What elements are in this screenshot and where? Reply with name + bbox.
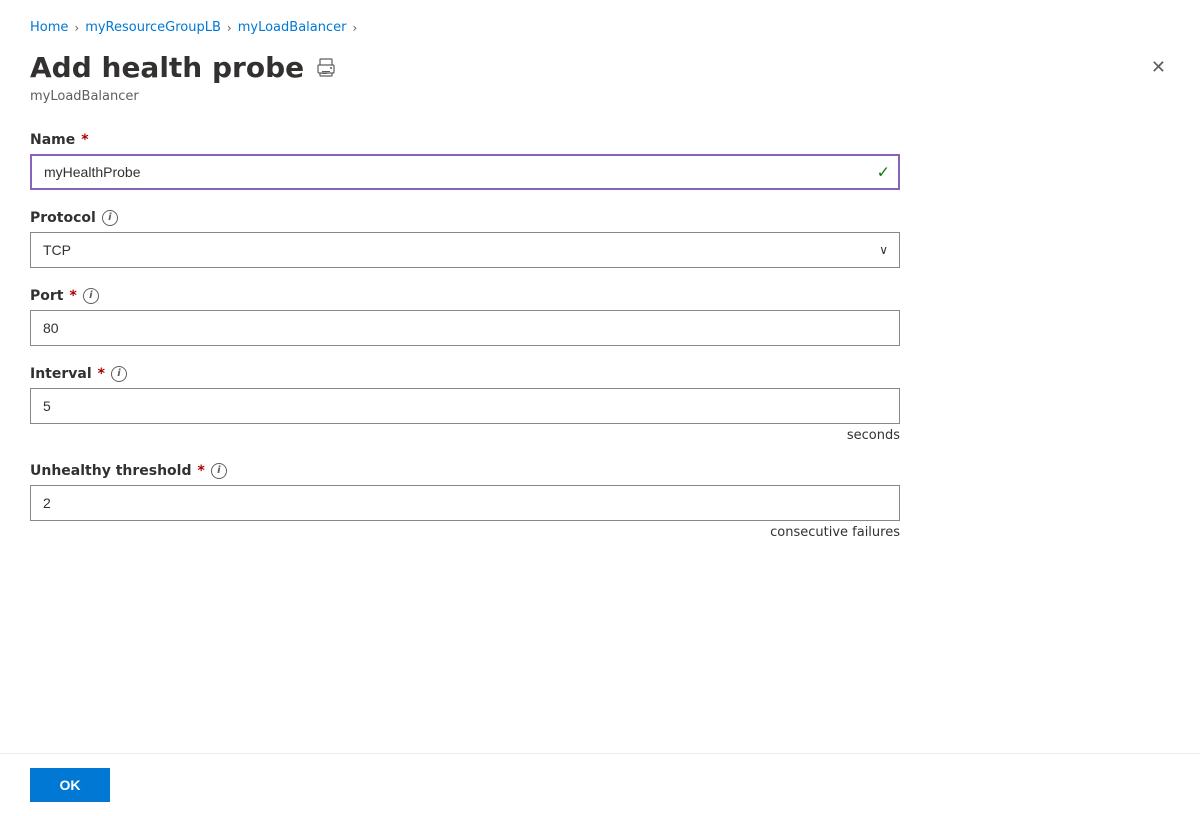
breadcrumb-home[interactable]: Home [30, 20, 68, 35]
page-subtitle: myLoadBalancer [30, 89, 1170, 104]
name-input[interactable] [30, 154, 900, 190]
port-label: Port * i [30, 288, 900, 304]
threshold-group: Unhealthy threshold * i consecutive fail… [30, 463, 900, 540]
name-check-icon: ✓ [877, 162, 890, 181]
threshold-input[interactable] [30, 485, 900, 521]
name-input-wrapper: ✓ [30, 154, 900, 190]
breadcrumb: Home › myResourceGroupLB › myLoadBalance… [30, 20, 1170, 35]
footer: OK [0, 753, 1200, 816]
interval-info-icon[interactable]: i [111, 366, 127, 382]
print-icon[interactable] [316, 58, 336, 78]
threshold-suffix: consecutive failures [30, 525, 900, 540]
form-section: Name * ✓ Protocol i TCP HTTP HTTPS ∨ [30, 132, 900, 540]
name-label: Name * [30, 132, 900, 148]
interval-input[interactable] [30, 388, 900, 424]
interval-label: Interval * i [30, 366, 900, 382]
name-required-star: * [81, 132, 88, 148]
interval-suffix: seconds [30, 428, 900, 443]
header-row: Add health probe ✕ [30, 51, 1170, 85]
protocol-select[interactable]: TCP HTTP HTTPS [30, 232, 900, 268]
breadcrumb-resource-group[interactable]: myResourceGroupLB [85, 20, 221, 35]
breadcrumb-separator-1: › [74, 21, 79, 35]
threshold-required-star: * [198, 463, 205, 479]
close-button[interactable]: ✕ [1147, 53, 1170, 82]
ok-button[interactable]: OK [30, 768, 110, 802]
port-group: Port * i [30, 288, 900, 346]
page-title: Add health probe [30, 51, 304, 85]
protocol-select-wrapper: TCP HTTP HTTPS ∨ [30, 232, 900, 268]
protocol-group: Protocol i TCP HTTP HTTPS ∨ [30, 210, 900, 268]
name-group: Name * ✓ [30, 132, 900, 190]
interval-required-star: * [98, 366, 105, 382]
interval-group: Interval * i seconds [30, 366, 900, 443]
port-required-star: * [69, 288, 76, 304]
breadcrumb-load-balancer[interactable]: myLoadBalancer [238, 20, 347, 35]
threshold-label: Unhealthy threshold * i [30, 463, 900, 479]
header-left: Add health probe [30, 51, 336, 85]
breadcrumb-separator-2: › [227, 21, 232, 35]
port-input[interactable] [30, 310, 900, 346]
page-container: Home › myResourceGroupLB › myLoadBalance… [0, 0, 1200, 816]
protocol-label: Protocol i [30, 210, 900, 226]
breadcrumb-separator-3: › [352, 21, 357, 35]
threshold-info-icon[interactable]: i [211, 463, 227, 479]
protocol-info-icon[interactable]: i [102, 210, 118, 226]
port-info-icon[interactable]: i [83, 288, 99, 304]
